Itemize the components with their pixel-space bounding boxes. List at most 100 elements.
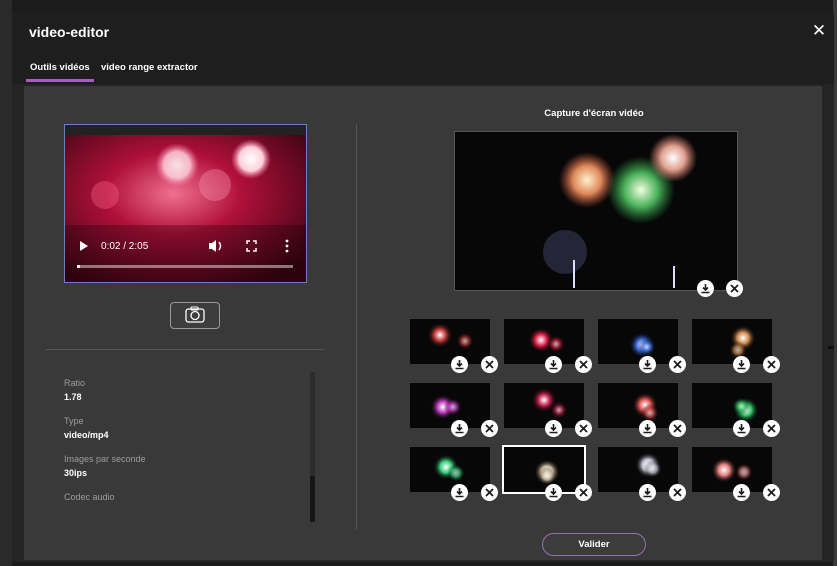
download-icon xyxy=(549,424,558,434)
download-icon xyxy=(643,360,652,370)
thumbnail-delete-button[interactable] xyxy=(575,356,592,373)
thumbnail-6[interactable] xyxy=(504,383,584,428)
close-circle-icon xyxy=(673,424,682,433)
vertical-divider xyxy=(356,124,357,530)
thumbnail-4[interactable] xyxy=(692,319,772,364)
download-icon xyxy=(549,488,558,498)
thumbnail-download-button[interactable] xyxy=(545,484,562,501)
screenshot-button[interactable] xyxy=(170,302,220,329)
thumbnail-download-button[interactable] xyxy=(733,420,750,437)
thumbnail-delete-button[interactable] xyxy=(763,484,780,501)
thumbnail-delete-button[interactable] xyxy=(481,420,498,437)
thumbnail-2[interactable] xyxy=(504,319,584,364)
video-info: Ratio 1.78 Type video/mp4 Images par sec… xyxy=(64,378,304,506)
close-circle-icon xyxy=(767,488,776,497)
capture-delete-button[interactable] xyxy=(726,280,743,297)
thumbnail-delete-button[interactable] xyxy=(763,420,780,437)
close-circle-icon xyxy=(730,284,739,293)
close-circle-icon xyxy=(485,360,494,369)
thumbnail-download-button[interactable] xyxy=(545,356,562,373)
close-circle-icon xyxy=(767,424,776,433)
thumbnail-image xyxy=(528,327,565,353)
content-panel: 0:02 / 2:05 Ratio 1.78 Type video/mp4 Im… xyxy=(24,86,822,560)
info-scrollbar[interactable] xyxy=(310,372,315,522)
thumbnail-download-button[interactable] xyxy=(545,420,562,437)
divider xyxy=(46,349,324,350)
video-time: 0:02 / 2:05 xyxy=(101,241,149,252)
close-circle-icon xyxy=(485,488,494,497)
thumbnail-8[interactable] xyxy=(692,383,772,428)
download-icon xyxy=(701,284,710,294)
thumbnail-7[interactable] xyxy=(598,383,678,428)
thumbnail-9[interactable] xyxy=(410,447,490,492)
thumbnail-image xyxy=(534,459,560,485)
download-icon xyxy=(737,424,746,434)
capture-image xyxy=(543,134,697,288)
video-progress-bar[interactable] xyxy=(77,265,293,268)
video-progress-fill xyxy=(77,265,81,268)
thumbnail-image xyxy=(729,325,756,359)
thumbnail-delete-button[interactable] xyxy=(669,484,686,501)
fps-label: Images par seconde xyxy=(64,454,146,464)
thumbnail-1[interactable] xyxy=(410,319,490,364)
thumbnail-delete-button[interactable] xyxy=(575,420,592,437)
titlebar: video-editor ✕ xyxy=(12,12,834,52)
video-player[interactable]: 0:02 / 2:05 xyxy=(64,124,307,283)
download-icon xyxy=(455,360,464,370)
thumbnail-3[interactable] xyxy=(598,319,678,364)
download-icon xyxy=(643,424,652,434)
capture-title: Capture d'écran vidéo xyxy=(544,108,644,119)
play-icon xyxy=(80,241,88,251)
close-circle-icon xyxy=(485,424,494,433)
thumbnail-12[interactable] xyxy=(692,447,772,492)
download-icon xyxy=(737,488,746,498)
thumbnail-image xyxy=(629,332,656,358)
close-circle-icon xyxy=(579,360,588,369)
thumbnail-image xyxy=(433,454,465,482)
thumbnail-image xyxy=(711,457,753,483)
download-icon xyxy=(455,424,464,434)
thumbnail-11[interactable] xyxy=(598,447,678,492)
download-icon xyxy=(455,488,464,498)
thumbnail-image xyxy=(430,394,462,420)
thumbnail-download-button[interactable] xyxy=(639,484,656,501)
thumbnail-download-button[interactable] xyxy=(451,484,468,501)
validate-button[interactable]: Valider xyxy=(542,533,646,556)
thumbnail-delete-button[interactable] xyxy=(481,356,498,373)
type-value: video/mp4 xyxy=(64,430,109,440)
thumbnail-download-button[interactable] xyxy=(451,356,468,373)
capture-preview xyxy=(454,131,738,291)
camera-icon xyxy=(185,306,205,323)
download-icon xyxy=(737,360,746,370)
thumbnail-delete-button[interactable] xyxy=(669,420,686,437)
close-icon[interactable]: ✕ xyxy=(810,22,828,40)
thumbnail-image xyxy=(632,392,659,422)
thumbnail-image xyxy=(427,322,474,350)
thumbnail-download-button[interactable] xyxy=(733,484,750,501)
audio-codec-label: Codec audio xyxy=(64,492,115,502)
edge-marker xyxy=(828,346,834,349)
thumbnail-5[interactable] xyxy=(410,383,490,428)
thumbnail-delete-button[interactable] xyxy=(763,356,780,373)
dialog-title: video-editor xyxy=(29,24,110,40)
tab-video-range-extractor[interactable]: video range extractor xyxy=(97,58,202,79)
close-circle-icon xyxy=(579,424,588,433)
tab-bar: Outils vidéos video range extractor xyxy=(12,52,834,84)
thumbnail-download-button[interactable] xyxy=(639,356,656,373)
thumbnail-image xyxy=(635,452,662,478)
scroll-thumb[interactable] xyxy=(310,476,315,522)
volume-icon xyxy=(209,240,222,252)
close-circle-icon xyxy=(673,360,682,369)
thumbnail-download-button[interactable] xyxy=(639,420,656,437)
thumbnail-image xyxy=(531,387,568,419)
thumbnail-download-button[interactable] xyxy=(733,356,750,373)
thumbnail-delete-button[interactable] xyxy=(481,484,498,501)
tab-outils-videos[interactable]: Outils vidéos xyxy=(26,58,94,82)
thumbnail-delete-button[interactable] xyxy=(669,356,686,373)
type-label: Type xyxy=(64,416,84,426)
close-circle-icon xyxy=(579,488,588,497)
thumbnail-10[interactable] xyxy=(502,445,586,494)
thumbnail-delete-button[interactable] xyxy=(575,484,592,501)
capture-download-button[interactable] xyxy=(697,280,714,297)
thumbnail-download-button[interactable] xyxy=(451,420,468,437)
